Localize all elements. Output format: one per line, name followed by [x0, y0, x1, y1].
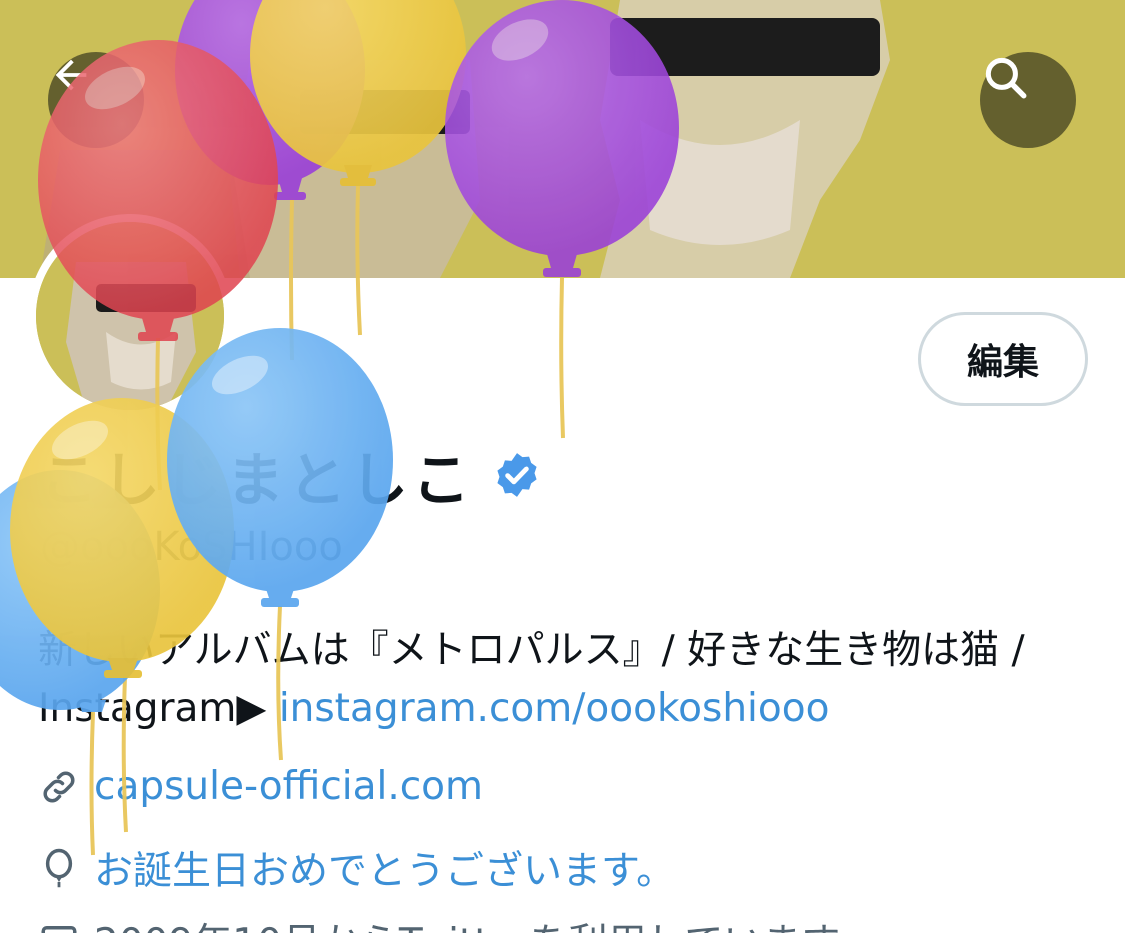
profile-avatar[interactable]	[28, 214, 232, 418]
edit-label: 編集	[966, 342, 1039, 383]
name-row: こしじまとしこ	[40, 440, 542, 514]
balloon-icon	[45, 848, 73, 888]
joined-row: 2009年10月からTwitterを利用しています	[38, 912, 840, 933]
verified-badge-icon	[497, 453, 537, 497]
joined-date: 2009年10月からTwitterを利用しています	[94, 912, 840, 933]
birthday-message[interactable]: お誕生日おめでとうございます。	[94, 840, 675, 896]
edit-profile-button[interactable]: 編集	[918, 312, 1088, 406]
arrow-left-icon	[55, 59, 87, 91]
website-link[interactable]: capsule-official.com	[94, 764, 483, 809]
bio-instagram-link[interactable]: instagram.com/oookoshiooo	[279, 686, 830, 731]
back-button[interactable]	[48, 52, 144, 148]
birthday-row: お誕生日おめでとうございます。	[38, 840, 675, 896]
website-row: capsule-official.com	[38, 764, 483, 809]
profile-bio: 新しいアルバムは『メトロパルス』/ 好きな生き物は猫 / Instagram▶ …	[38, 622, 1078, 738]
avatar-image	[36, 222, 224, 410]
search-icon	[985, 57, 1027, 99]
user-handle: @oooKoSHIooo	[40, 524, 343, 570]
link-icon	[43, 770, 75, 803]
calendar-icon	[41, 926, 77, 933]
display-name: こしじまとしこ	[40, 446, 475, 514]
search-button[interactable]	[980, 52, 1076, 148]
